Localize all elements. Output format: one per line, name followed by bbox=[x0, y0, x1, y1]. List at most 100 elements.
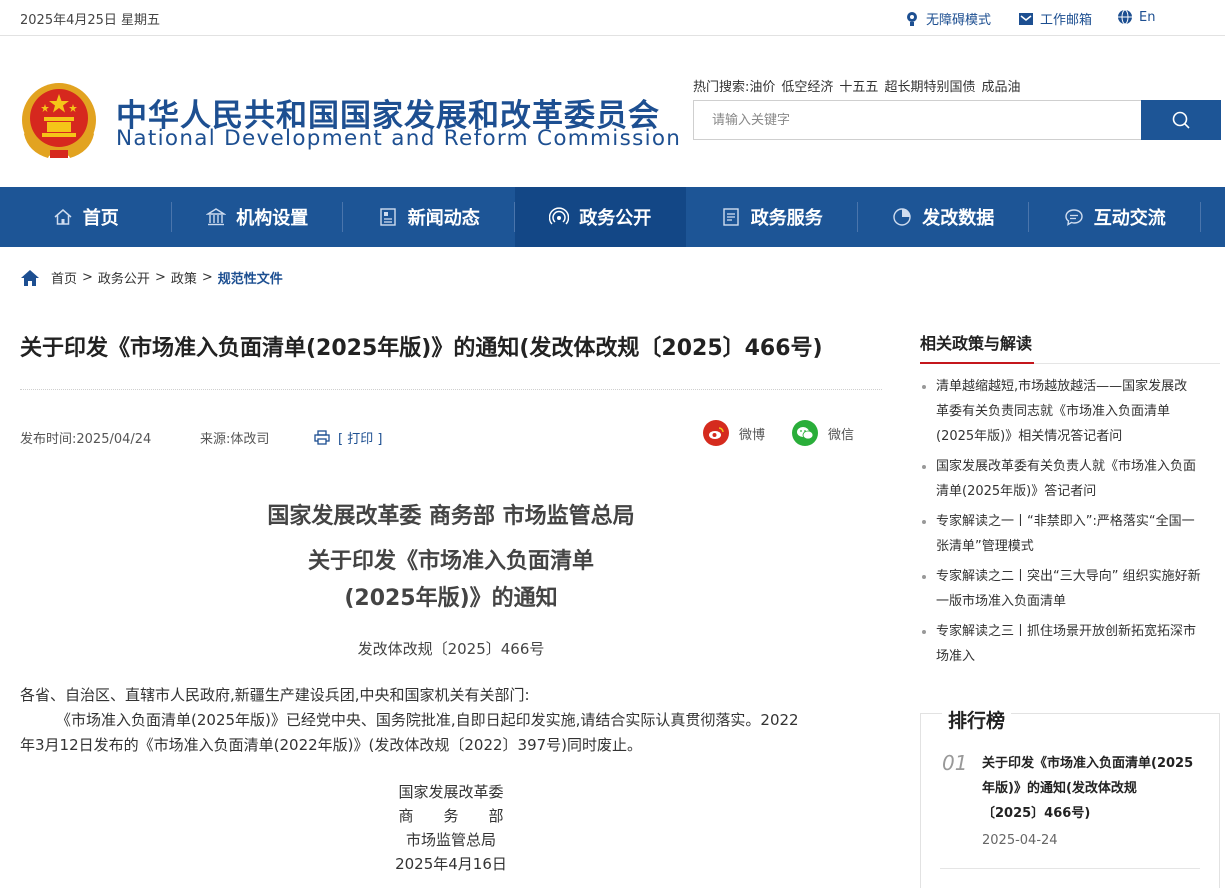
broadcast-icon bbox=[549, 207, 570, 225]
search-input[interactable] bbox=[693, 100, 1141, 140]
related-item-line: 专家解读之二丨突出“三大导向” 组织实施好新 bbox=[936, 569, 1201, 584]
nav-label: 互动交流 bbox=[1093, 208, 1166, 229]
related-item-line: 革委有关负责同志就《市场准入负面清单 bbox=[936, 404, 1171, 419]
print-button[interactable]: [ 打印 ] bbox=[314, 428, 382, 447]
news-icon bbox=[380, 208, 396, 226]
title-underline bbox=[920, 362, 1034, 364]
signature-mofcom: 商 务 部 bbox=[398, 807, 504, 825]
breadcrumb-government-affairs[interactable]: 政务公开 bbox=[98, 268, 150, 287]
share-wechat-button[interactable]: 微信 bbox=[792, 420, 854, 446]
nav-item-data[interactable]: 发改数据 bbox=[858, 187, 1029, 247]
printer-icon bbox=[314, 430, 330, 445]
rank-item-line: 〔2025〕466号) bbox=[982, 806, 1091, 821]
document-addressee: 各省、自治区、直辖市人民政府,新疆生产建设兵团,中央和国家机关有关部门: bbox=[20, 686, 530, 704]
accessibility-label: 无障碍模式 bbox=[926, 13, 992, 28]
nav-label: 首页 bbox=[82, 208, 119, 229]
article-source: 来源:体改司 bbox=[200, 432, 270, 447]
nav-label: 新闻动态 bbox=[407, 208, 480, 229]
breadcrumb-current[interactable]: 规范性文件 bbox=[218, 268, 283, 287]
document-icon bbox=[723, 208, 739, 226]
ranking-title: 排行榜 bbox=[942, 706, 1012, 733]
nav-label: 政务公开 bbox=[579, 208, 652, 229]
document-body-line1: 《市场准入负面清单(2025年版)》已经党中央、国务院批准,自即日起印发实施,请… bbox=[56, 711, 799, 729]
pie-chart-icon bbox=[893, 208, 911, 226]
work-mail-label: 工作邮箱 bbox=[1040, 13, 1093, 28]
related-item[interactable]: 清单越缩越短,市场越放越活——国家发展改 革委有关负责同志就《市场准入负面清单 … bbox=[936, 374, 1220, 449]
related-item[interactable]: 专家解读之三丨抓住场景开放创新拓宽拓深市 场准入 bbox=[936, 619, 1220, 669]
related-policies-title: 相关政策与解读 bbox=[920, 334, 1033, 353]
related-item-line: 场准入 bbox=[936, 649, 976, 664]
rank-item-link[interactable]: 关于印发《市场准入负面清单(2025 年版)》的通知(发改体改规 〔2025〕4… bbox=[982, 751, 1204, 826]
rank-item-date: 2025-04-24 bbox=[982, 833, 1058, 848]
related-item-line: (2025年版)》相关情况答记者问 bbox=[936, 429, 1123, 444]
english-link[interactable]: En bbox=[1117, 9, 1155, 25]
related-item-line: 清单越缩越短,市场越放越活——国家发展改 bbox=[936, 379, 1188, 394]
related-item-line: 清单(2025年版)》答记者问 bbox=[936, 484, 1097, 499]
bullet-icon bbox=[922, 575, 926, 579]
current-date: 2025年4月25日 星期五 bbox=[20, 13, 161, 28]
home-icon bbox=[54, 209, 72, 225]
hot-search-item[interactable]: 成品油 bbox=[981, 80, 1020, 95]
nav-label: 发改数据 bbox=[922, 208, 995, 229]
document-heading-line1: 关于印发《市场准入负面清单 bbox=[307, 549, 594, 574]
related-item[interactable]: 国家发展改革委有关负责人就《市场准入负面 清单(2025年版)》答记者问 bbox=[936, 454, 1220, 504]
divider bbox=[940, 868, 1200, 869]
english-label: En bbox=[1139, 9, 1156, 25]
top-bar: 2025年4月25日 星期五 无障碍模式 工作邮箱 En bbox=[0, 0, 1225, 36]
related-item[interactable]: 专家解读之一丨“非禁即入”:严格落实“全国一 张清单”管理模式 bbox=[936, 509, 1220, 559]
nav-item-news[interactable]: 新闻动态 bbox=[343, 187, 515, 247]
chat-icon bbox=[1065, 209, 1083, 226]
signature-samr: 市场监管总局 bbox=[405, 831, 496, 849]
breadcrumb-separator: > bbox=[154, 270, 166, 285]
breadcrumb: 首页 > 政务公开 > 政策 > 规范性文件 bbox=[20, 268, 283, 287]
search-button[interactable] bbox=[1141, 100, 1221, 140]
bullet-icon bbox=[922, 385, 926, 389]
national-emblem-icon[interactable] bbox=[20, 80, 98, 160]
building-icon bbox=[206, 208, 227, 226]
breadcrumb-separator: > bbox=[82, 270, 93, 285]
rank-item-line: 年版)》的通知(发改体改规 bbox=[982, 781, 1137, 796]
article-title: 关于印发《市场准入负面清单(2025年版)》的通知(发改体改规〔2025〕466… bbox=[20, 336, 823, 361]
signature-ndrc: 国家发展改革委 bbox=[398, 783, 504, 801]
wechat-icon bbox=[792, 420, 818, 446]
accessibility-mode-link[interactable]: 无障碍模式 bbox=[904, 9, 991, 28]
nav-item-organization[interactable]: 机构设置 bbox=[172, 187, 343, 247]
breadcrumb-home[interactable]: 首页 bbox=[51, 268, 77, 287]
home-icon[interactable] bbox=[20, 269, 40, 287]
main-nav: 首页 机构设置 新闻动态 政务公开 政务服务 发改数据 互动交流 bbox=[0, 187, 1225, 247]
hot-search-label: 热门搜索: bbox=[693, 80, 750, 95]
weibo-label: 微博 bbox=[739, 427, 766, 443]
divider bbox=[20, 389, 882, 390]
hot-search-item[interactable]: 超长期特别国债 bbox=[884, 80, 975, 95]
wechat-label: 微信 bbox=[828, 427, 855, 443]
work-mail-link[interactable]: 工作邮箱 bbox=[1018, 9, 1092, 28]
nav-item-home[interactable]: 首页 bbox=[0, 187, 172, 247]
mail-icon bbox=[1019, 12, 1033, 25]
nav-item-services[interactable]: 政务服务 bbox=[686, 187, 858, 247]
hot-search-item[interactable]: 油价 bbox=[749, 80, 775, 95]
nav-label: 机构设置 bbox=[236, 208, 309, 229]
site-title-english[interactable]: National Development and Reform Commissi… bbox=[116, 126, 681, 151]
breadcrumb-separator: > bbox=[201, 270, 213, 285]
print-label: [ 打印 ] bbox=[338, 432, 383, 447]
nav-item-government-affairs[interactable]: 政务公开 bbox=[514, 187, 686, 247]
related-item[interactable]: 专家解读之二丨突出“三大导向” 组织实施好新 一版市场准入负面清单 bbox=[936, 564, 1220, 614]
related-item-line: 专家解读之一丨“非禁即入”:严格落实“全国一 bbox=[936, 514, 1195, 529]
hot-search: 热门搜索:油价 低空经济 十五五 超长期特别国债 成品油 bbox=[693, 76, 1020, 95]
nav-label: 政务服务 bbox=[750, 208, 823, 229]
hot-search-item[interactable]: 十五五 bbox=[839, 80, 878, 95]
bullet-icon bbox=[922, 520, 926, 524]
search-icon bbox=[1172, 111, 1190, 129]
globe-icon bbox=[1118, 9, 1132, 25]
bullet-icon bbox=[922, 465, 926, 469]
accessibility-icon bbox=[907, 11, 917, 26]
share-weibo-button[interactable]: 微博 bbox=[703, 420, 765, 446]
breadcrumb-policy[interactable]: 政策 bbox=[171, 268, 197, 287]
hot-search-item[interactable]: 低空经济 bbox=[781, 80, 833, 95]
document-heading-line2: (2025年版)》的通知 bbox=[344, 586, 558, 611]
related-item-line: 国家发展改革委有关负责人就《市场准入负面 bbox=[936, 459, 1197, 474]
document-body-line2: 年3月12日发布的《市场准入负面清单(2022年版)》(发改体改规〔2022〕3… bbox=[20, 736, 643, 754]
nav-item-interaction[interactable]: 互动交流 bbox=[1029, 187, 1201, 247]
related-item-line: 一版市场准入负面清单 bbox=[936, 594, 1067, 609]
signature-date: 2025年4月16日 bbox=[395, 855, 507, 873]
